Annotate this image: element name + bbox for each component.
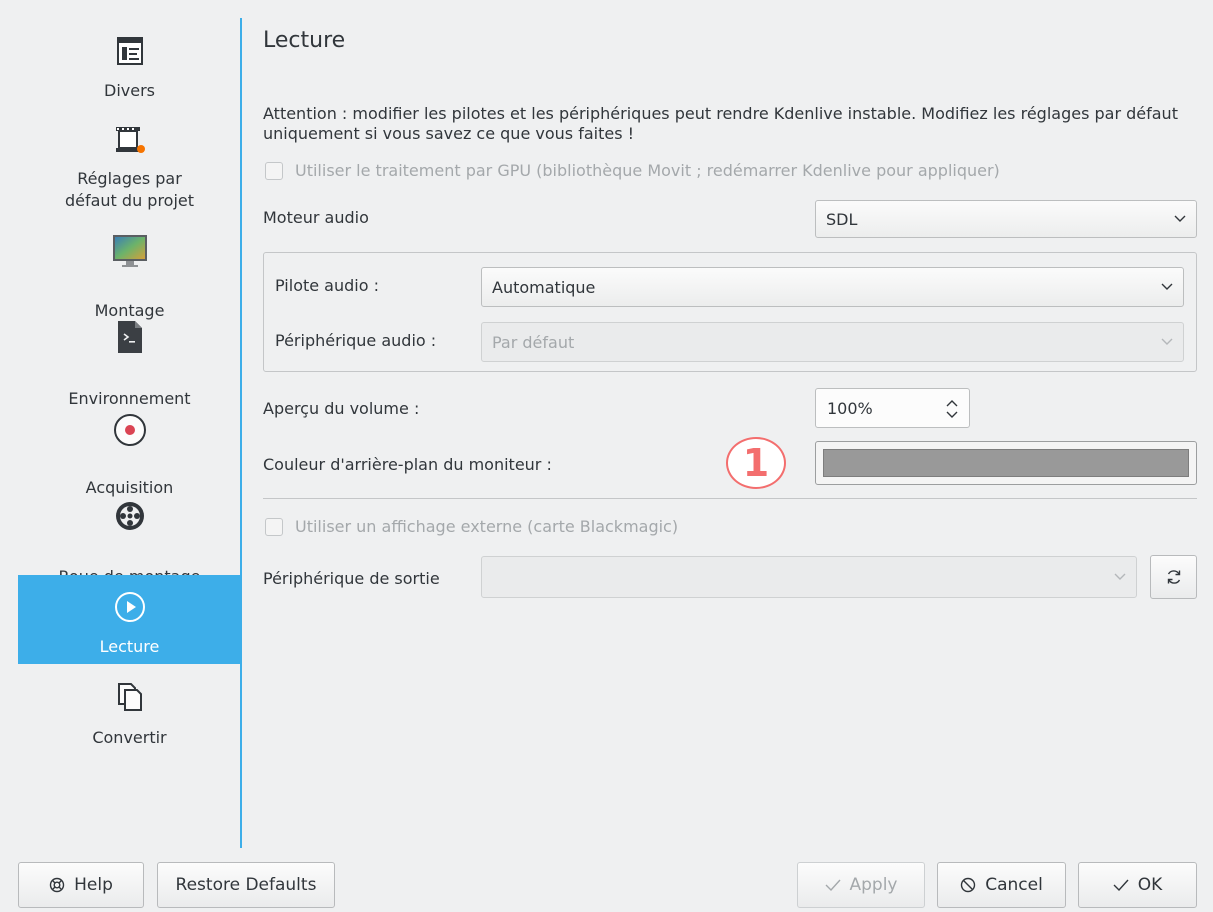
sidebar-item-label: Lecture — [99, 637, 160, 656]
sidebar-item-divers[interactable]: Divers — [18, 18, 241, 108]
cancel-button-label: Cancel — [985, 875, 1043, 895]
help-button-label: Help — [74, 875, 113, 895]
audio-device-select[interactable]: Par défaut — [481, 322, 1184, 362]
sidebar-item-environnement[interactable]: Environnement — [18, 320, 241, 410]
refresh-button[interactable] — [1150, 555, 1197, 599]
copy-icon — [117, 683, 142, 711]
sidebar-item-convertir[interactable]: Convertir — [18, 666, 241, 756]
sidebar-item-montage[interactable]: Montage — [18, 230, 241, 320]
volume-spinbox[interactable]: 100% — [815, 388, 970, 428]
terminal-icon — [117, 321, 142, 353]
sidebar-item-label: Convertir — [92, 728, 167, 747]
volume-label: Aperçu du volume : — [263, 399, 420, 418]
sidebar-item-label: Réglages par défaut du projet — [64, 169, 195, 210]
gpu-checkbox[interactable] — [265, 161, 283, 180]
sidebar-item-label: Montage — [94, 301, 165, 320]
sidebar-item-project-defaults[interactable]: Réglages par défaut du projet — [18, 118, 241, 228]
chevron-down-icon — [1114, 573, 1126, 580]
sidebar-item-roue-de-montage[interactable]: Roue de montage — [18, 496, 241, 586]
sidebar-item-label: Divers — [104, 81, 155, 100]
monitor-bg-label: Couleur d'arrière-plan du moniteur : — [263, 455, 552, 474]
audio-engine-label: Moteur audio — [263, 208, 369, 227]
annotation-badge: 1 — [726, 437, 786, 489]
ok-button[interactable]: OK — [1078, 862, 1197, 908]
sidebar-item-acquisition[interactable]: Acquisition — [18, 410, 241, 497]
audio-group: Pilote audio : Automatique Périphérique … — [263, 252, 1197, 372]
gpu-checkbox-row[interactable]: Utiliser le traitement par GPU (biblioth… — [265, 161, 1000, 180]
monitor-icon — [112, 235, 147, 267]
help-icon — [49, 877, 65, 893]
page-title: Lecture — [263, 28, 346, 53]
output-device-label: Périphérique de sortie — [263, 569, 440, 588]
audio-device-label: Périphérique audio : — [275, 331, 437, 350]
warning-text: Attention : modifier les pilotes et les … — [263, 104, 1178, 143]
sidebar-item-lecture[interactable]: Lecture — [18, 575, 241, 664]
spin-arrows-icon[interactable] — [946, 398, 958, 420]
monitor-bg-color-button[interactable] — [815, 441, 1197, 485]
check-icon — [825, 879, 841, 891]
apply-button-label: Apply — [849, 875, 898, 895]
sidebar: Divers Réglages par défaut du projet Mon… — [18, 18, 241, 848]
sidebar-item-label: Environnement — [68, 389, 191, 408]
external-display-checkbox[interactable] — [265, 517, 283, 536]
chevron-down-icon — [1174, 215, 1186, 222]
apply-button[interactable]: Apply — [797, 862, 925, 908]
wheel-icon — [115, 502, 144, 530]
ok-button-label: OK — [1137, 875, 1163, 895]
audio-engine-select[interactable]: SDL — [815, 200, 1197, 238]
help-button[interactable]: Help — [18, 862, 144, 908]
chevron-down-icon — [1161, 283, 1173, 290]
audio-driver-label: Pilote audio : — [275, 276, 379, 295]
cancel-button[interactable]: Cancel — [937, 862, 1066, 908]
separator — [263, 498, 1197, 499]
record-icon — [113, 414, 146, 446]
external-display-checkbox-label: Utiliser un affichage externe (carte Bla… — [295, 517, 679, 536]
film-icon — [115, 127, 145, 153]
cancel-icon — [961, 877, 976, 893]
volume-value: 100% — [827, 398, 873, 418]
external-display-checkbox-row[interactable]: Utiliser un affichage externe (carte Bla… — [265, 517, 678, 536]
refresh-icon — [1167, 570, 1180, 584]
color-swatch — [823, 449, 1189, 477]
audio-device-value: Par défaut — [492, 332, 575, 352]
output-device-select[interactable] — [481, 556, 1137, 598]
restore-defaults-label: Restore Defaults — [175, 875, 317, 895]
sidebar-divider — [240, 18, 242, 848]
gpu-checkbox-label: Utiliser le traitement par GPU (biblioth… — [295, 161, 1000, 180]
audio-driver-value: Automatique — [492, 277, 596, 297]
audio-engine-value: SDL — [826, 209, 858, 229]
check-icon — [1113, 879, 1129, 891]
document-list-icon — [116, 37, 143, 65]
audio-driver-select[interactable]: Automatique — [481, 267, 1184, 307]
chevron-down-icon — [1161, 338, 1173, 345]
play-icon — [114, 592, 145, 622]
restore-defaults-button[interactable]: Restore Defaults — [157, 862, 335, 908]
